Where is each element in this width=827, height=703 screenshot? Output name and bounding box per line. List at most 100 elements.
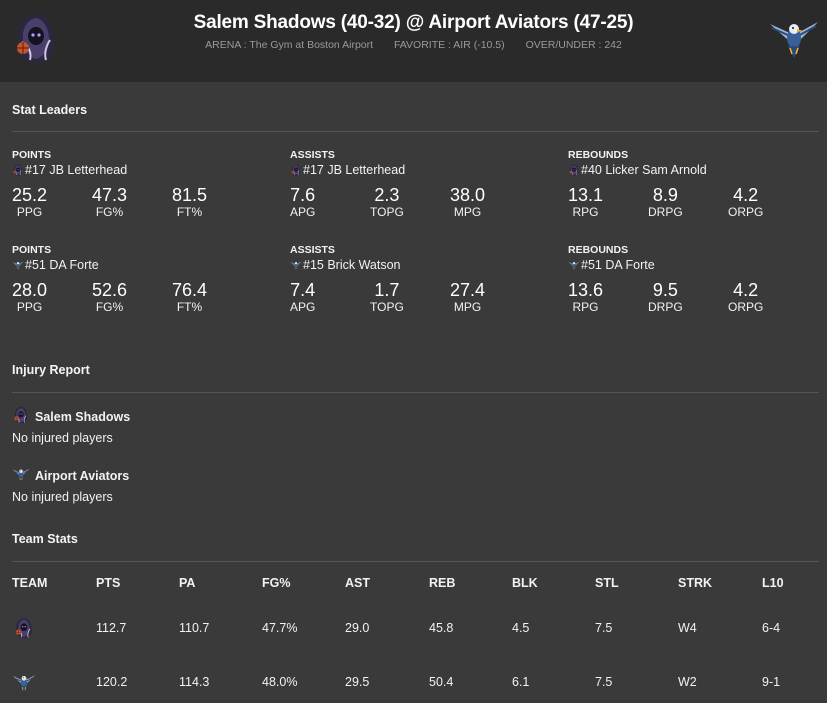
stat-leader-category: ASSISTS xyxy=(290,149,335,161)
injury-team-salem: Salem Shadows xyxy=(12,406,130,424)
team-stats-title: Team Stats xyxy=(12,532,78,546)
stat-item: 76.4 FT% xyxy=(172,280,252,315)
injury-team-name: Airport Aviators xyxy=(35,469,130,483)
stat-value: 13.6 xyxy=(568,280,604,300)
stat-label: RPG xyxy=(572,205,599,219)
stat-label: PPG xyxy=(16,300,43,314)
table-cell: 29.5 xyxy=(345,675,370,689)
player-name: #17 JB Letterhead xyxy=(25,163,128,177)
table-cell: 7.5 xyxy=(595,675,613,689)
stat-leaders-title: Stat Leaders xyxy=(12,103,88,117)
game-header: Salem Shadows (40-32) @ Airport Aviators… xyxy=(0,0,827,82)
stat-item: 13.1 RPG xyxy=(568,185,648,220)
stat-value: 47.3 xyxy=(92,185,128,205)
stat-item: 1.7 TOPG xyxy=(370,280,450,315)
column-header: BLK xyxy=(512,576,538,590)
stat-item: 4.2 ORPG xyxy=(728,185,808,220)
column-header: STL xyxy=(595,576,619,590)
divider xyxy=(12,392,819,393)
stat-label: MPG xyxy=(453,205,482,219)
reaper-basketball-icon xyxy=(12,406,30,424)
stat-value: 38.0 xyxy=(450,185,486,205)
player-name: #40 Licker Sam Arnold xyxy=(581,163,707,177)
table-cell: 114.3 xyxy=(179,675,210,689)
stat-label: TOPG xyxy=(370,300,404,314)
stat-item: 47.3 FG% xyxy=(92,185,172,220)
aviator-bird-icon xyxy=(290,259,302,271)
stat-item: 8.9 DRPG xyxy=(648,185,728,220)
stat-label: RPG xyxy=(572,300,599,314)
aviator-bird-icon xyxy=(768,14,820,60)
stat-item: 2.3 TOPG xyxy=(370,185,450,220)
table-cell: 48.0% xyxy=(262,675,298,689)
stat-label: PPG xyxy=(16,205,43,219)
stat-item: 7.4 APG xyxy=(290,280,370,315)
stat-label: TOPG xyxy=(370,205,404,219)
stat-value: 9.5 xyxy=(652,280,678,300)
stat-item: 7.6 APG xyxy=(290,185,370,220)
table-cell: W4 xyxy=(678,621,697,635)
stat-leader-card: ASSISTS #15 Brick Watson 7.4 APG 1.7 TOPG 27.4… xyxy=(290,244,550,315)
table-cell: 7.5 xyxy=(595,621,613,635)
stat-label: DRPG xyxy=(648,205,683,219)
table-cell: 120.2 xyxy=(96,675,128,689)
stat-values: 13.6 RPG 9.5 DRPG 4.2 ORPG xyxy=(568,280,827,315)
stat-leader-player: #17 JB Letterhead xyxy=(12,162,272,178)
table-cell: W2 xyxy=(678,675,697,689)
stat-leader-player: #17 JB Letterhead xyxy=(290,162,550,178)
stat-value: 28.0 xyxy=(12,280,48,300)
player-name: #15 Brick Watson xyxy=(303,258,401,272)
column-header: PA xyxy=(179,576,196,590)
stat-leader-category: REBOUNDS xyxy=(568,149,629,161)
stat-leader-player: #40 Licker Sam Arnold xyxy=(568,162,827,178)
table-cell: 110.7 xyxy=(179,621,210,635)
table-cell: 6.1 xyxy=(512,675,530,689)
stat-leader-player: #15 Brick Watson xyxy=(290,257,550,273)
stat-label: ORPG xyxy=(728,205,764,219)
stat-label: ORPG xyxy=(728,300,764,314)
stat-leader-card: REBOUNDS #51 DA Forte 13.6 RPG 9.5 DRPG 4.2 ORP… xyxy=(568,244,827,315)
stat-value: 7.6 xyxy=(290,185,316,205)
stat-value: 4.2 xyxy=(733,280,759,300)
stat-label: FG% xyxy=(95,300,124,314)
reaper-basketball-icon xyxy=(290,164,302,176)
stat-label: DRPG xyxy=(648,300,683,314)
player-name: #17 JB Letterhead xyxy=(303,163,406,177)
table-cell: 6-4 xyxy=(762,621,781,635)
table-cell: 29.0 xyxy=(345,621,370,635)
table-cell: 9-1 xyxy=(762,675,781,689)
stat-label: APG xyxy=(290,205,316,219)
table-cell: 112.7 xyxy=(96,621,127,635)
stat-label: FG% xyxy=(95,205,124,219)
stat-item: 81.5 FT% xyxy=(172,185,252,220)
stat-value: 52.6 xyxy=(92,280,128,300)
stat-leader-player: #51 DA Forte xyxy=(12,257,272,273)
stat-leader-category: ASSISTS xyxy=(290,244,335,256)
player-name: #51 DA Forte xyxy=(581,258,655,272)
injury-team-name: Salem Shadows xyxy=(35,410,131,424)
reaper-basketball-icon xyxy=(12,617,36,639)
injury-note: No injured players xyxy=(12,431,113,445)
favorite-label: FAVORITE : AIR (-10.5) xyxy=(393,39,505,51)
aviator-bird-icon xyxy=(12,671,36,693)
aviator-bird-icon xyxy=(12,465,30,483)
stat-item: 25.2 PPG xyxy=(12,185,92,220)
stat-leader-card: POINTS #17 JB Letterhead 25.2 PPG 47.3 FG% 81.… xyxy=(12,149,272,220)
stat-value: 2.3 xyxy=(374,185,400,205)
column-header: AST xyxy=(345,576,370,590)
stat-label: APG xyxy=(290,300,316,314)
column-header: L10 xyxy=(762,576,784,590)
table-cell: 50.4 xyxy=(429,675,454,689)
divider xyxy=(12,131,819,132)
player-name: #51 DA Forte xyxy=(25,258,99,272)
stat-value: 4.2 xyxy=(733,185,759,205)
reaper-basketball-icon xyxy=(12,164,24,176)
injury-report-title: Injury Report xyxy=(12,363,90,377)
stat-label: FT% xyxy=(176,205,203,219)
table-cell: 47.7% xyxy=(262,621,298,635)
stat-label: FT% xyxy=(176,300,203,314)
stat-values: 7.6 APG 2.3 TOPG 38.0 MPG xyxy=(290,185,550,220)
stat-values: 7.4 APG 1.7 TOPG 27.4 MPG xyxy=(290,280,550,315)
stat-item: 9.5 DRPG xyxy=(648,280,728,315)
arena-label: ARENA : The Gym at Boston Airport xyxy=(205,39,374,51)
